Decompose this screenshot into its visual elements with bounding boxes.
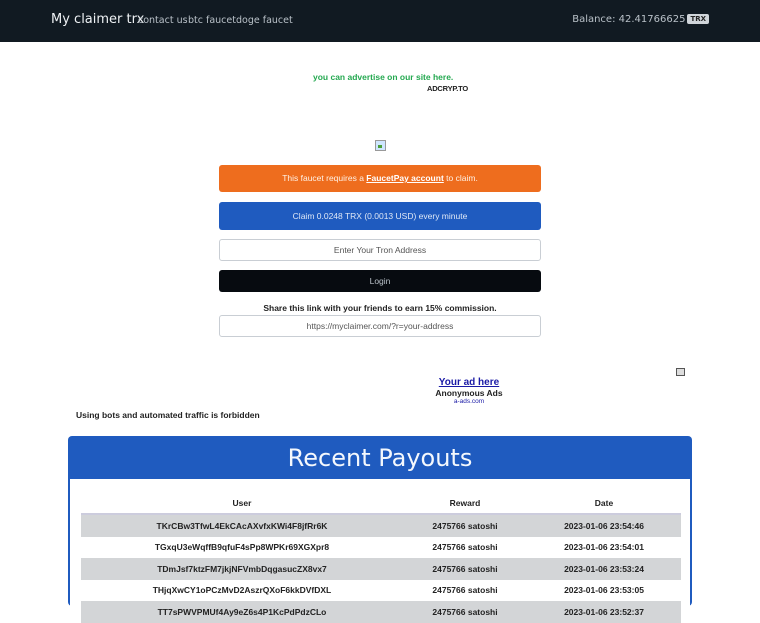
cell-reward: 2475766 satoshi [403, 601, 527, 623]
table-header-row: User Reward Date [81, 493, 681, 515]
aads-banner[interactable]: Your ad here Anonymous Ads a-ads.com [420, 377, 518, 405]
cell-user: TGxqU3eWqffB9qfuF4sPp8WPKr69XGXpr8 [154, 542, 330, 553]
table-row: TT7sPWVPMUf4Ay9eZ6s4P1KcPdPdzCLo 2475766… [81, 601, 681, 623]
cell-date: 2023-01-06 23:53:05 [564, 585, 644, 596]
bot-warning: Using bots and automated traffic is forb… [76, 410, 260, 420]
column-header-reward: Reward [403, 493, 527, 515]
faucetpay-alert: This faucet requires a FaucetPay account… [219, 165, 541, 192]
table-row: TDmJsf7ktzFM7jkjNFVmbDqgasucZX8vx7 24757… [81, 558, 681, 580]
table-row: THjqXwCY1oPCzMvD2AszrQXoF6kkDVfDXL 24757… [81, 580, 681, 602]
cell-user: TKrCBw3TfwL4EkCAcAXvfxKWi4F8jfRr6K [81, 514, 403, 537]
alert-prefix: This faucet requires a [282, 173, 364, 183]
cell-reward: 2475766 satoshi [403, 558, 527, 580]
brand-link[interactable]: My claimer trx [51, 12, 144, 27]
balance-display: Balance: 42.41766625 TRX [572, 14, 709, 25]
column-header-date: Date [527, 493, 681, 515]
cell-user: TT7sPWVPMUf4Ay9eZ6s4P1KcPdPdzCLo [81, 601, 403, 623]
cell-reward: 2475766 satoshi [432, 585, 498, 596]
alert-suffix: to claim. [446, 173, 478, 183]
recent-payouts-card: Recent Payouts User Reward Date TKrCBw3T… [68, 436, 692, 623]
share-text: Share this link with your friends to ear… [263, 303, 497, 313]
column-header-user: User [81, 493, 403, 515]
currency-badge: TRX [687, 14, 709, 24]
aads-domain[interactable]: a-ads.com [420, 398, 518, 405]
aads-name: Anonymous Ads [435, 388, 503, 398]
nav-link-contact[interactable]: contact us [138, 15, 188, 26]
cell-reward: 2475766 satoshi [432, 542, 498, 553]
payouts-title: Recent Payouts [287, 444, 473, 472]
ad-frame-icon [676, 368, 685, 376]
advertise-link[interactable]: you can advertise on our site here. [313, 72, 453, 82]
cell-user: TDmJsf7ktzFM7jkjNFVmbDqgasucZX8vx7 [81, 558, 403, 580]
table-row: TKrCBw3TfwL4EkCAcAXvfxKWi4F8jfRr6K 24757… [81, 514, 681, 537]
referral-link-field[interactable]: https://myclaimer.com/?r=your-address [219, 315, 541, 337]
balance-label: Balance: 42.41766625 [572, 14, 686, 25]
faucetpay-link[interactable]: FaucetPay account [366, 173, 443, 183]
aads-ad-link[interactable]: Your ad here [420, 377, 518, 388]
cell-reward: 2475766 satoshi [403, 514, 527, 537]
payouts-body: User Reward Date TKrCBw3TfwL4EkCAcAXvfxK… [70, 479, 690, 623]
tron-address-input[interactable]: Enter Your Tron Address [219, 239, 541, 261]
cell-date: 2023-01-06 23:53:24 [527, 558, 681, 580]
nav-link-doge-faucet[interactable]: doge faucet [236, 15, 293, 26]
cell-date: 2023-01-06 23:52:37 [527, 601, 681, 623]
payouts-table: User Reward Date TKrCBw3TfwL4EkCAcAXvfxK… [81, 493, 681, 623]
table-row: TGxqU3eWqffB9qfuF4sPp8WPKr69XGXpr8 24757… [81, 537, 681, 559]
cell-date: 2023-01-06 23:54:01 [564, 542, 644, 553]
claim-info-banner: Claim 0.0248 TRX (0.0013 USD) every minu… [219, 202, 541, 230]
navbar: My claimer trx contact us btc faucet dog… [0, 0, 760, 42]
cell-user: THjqXwCY1oPCzMvD2AszrQXoF6kkDVfDXL [152, 585, 332, 596]
cell-date: 2023-01-06 23:54:46 [527, 514, 681, 537]
login-button[interactable]: Login [219, 270, 541, 292]
adcrypto-logo[interactable]: ADCRYP.TO [427, 84, 468, 93]
broken-image-icon [375, 140, 386, 151]
nav-link-btc-faucet[interactable]: btc faucet [188, 15, 236, 26]
